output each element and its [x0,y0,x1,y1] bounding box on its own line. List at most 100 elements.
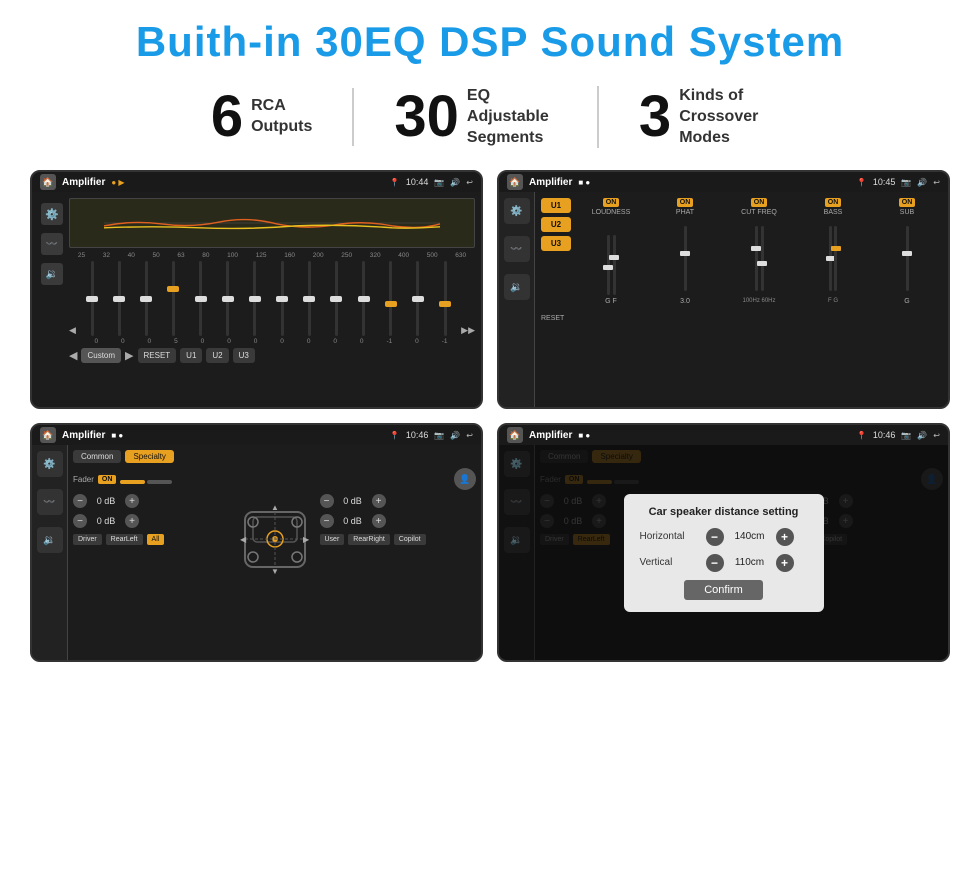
confirm-button[interactable]: Confirm [684,580,763,600]
eq-slider-5[interactable] [189,261,213,336]
play-back-icon[interactable]: ◀ [69,349,77,362]
cutfreq-slider2[interactable] [761,226,764,291]
eq-slider-13[interactable] [406,261,430,336]
eq-sidebar-icon1[interactable]: ⚙️ [41,203,63,225]
eq-slider-14[interactable] [433,261,457,336]
fader-sidebar-btn3[interactable]: 🔉 [37,527,63,553]
screens-grid: 🏠 Amplifier ● ▶ 📍 10:44 📷 🔊 ↩ ⚙️ 〰️ 🔉 [30,170,950,662]
u2-btn-eq[interactable]: U2 [206,348,228,363]
rearleft-btn[interactable]: RearLeft [106,534,143,545]
horizontal-plus-btn[interactable]: + [776,528,794,546]
stat-crossover: 3 Kinds ofCrossover Modes [599,86,809,148]
back-icon-1[interactable]: ↩ [466,178,473,187]
sub-label: SUB [900,209,914,216]
copilot-btn[interactable]: Copilot [394,534,426,545]
plus-btn-4[interactable]: + [372,514,386,528]
sub-on-badge[interactable]: ON [899,198,916,207]
eq-sidebar-icon3[interactable]: 🔉 [41,263,63,285]
eq-slider-2[interactable] [107,261,131,336]
minus-btn-1[interactable]: − [73,494,87,508]
arrow-right-icon[interactable]: ▶▶ [461,325,475,336]
cutfreq-on-badge[interactable]: ON [751,198,768,207]
stat-number-rca: 6 [211,88,243,146]
vertical-plus-btn[interactable]: + [776,554,794,572]
sub-slider1[interactable] [906,226,909,291]
sub-values: G [904,298,909,305]
all-btn[interactable]: All [147,534,165,545]
driver-btn[interactable]: Driver [73,534,102,545]
fader-left-controls: − 0 dB + − 0 dB + Driver [73,494,230,579]
home-icon-3[interactable]: 🏠 [40,427,56,443]
fader-sidebar-btn2[interactable]: 〰️ [37,489,63,515]
fader-person-icon[interactable]: 👤 [454,468,476,490]
fader-slider-track[interactable] [120,480,145,484]
eq-bottom-controls: ◀ Custom ▶ RESET U1 U2 U3 [69,348,475,363]
tab-common[interactable]: Common [73,450,121,463]
phat-slider1[interactable] [684,226,687,291]
screen1-title: Amplifier [62,177,105,188]
fader-sidebar-btn1[interactable]: ⚙️ [37,451,63,477]
fader-row2: − 0 dB + [73,514,230,528]
bass-slider2[interactable] [834,226,837,291]
eq-slider-3[interactable] [134,261,158,336]
preset-custom-btn[interactable]: Custom [81,348,121,363]
user-btn[interactable]: User [320,534,345,545]
minus-btn-4[interactable]: − [320,514,334,528]
back-icon-2[interactable]: ↩ [933,178,940,187]
amp-sidebar-btn1[interactable]: ⚙️ [504,198,530,224]
arrow-left-icon[interactable]: ◀ [69,325,76,336]
cutfreq-slider1[interactable] [755,226,758,291]
phat-on-badge[interactable]: ON [677,198,694,207]
bass-slider1[interactable] [829,226,832,291]
eq-slider-8[interactable] [270,261,294,336]
reset-btn-eq[interactable]: RESET [138,348,177,363]
fader-on-btn[interactable]: ON [98,475,117,484]
rearright-btn[interactable]: RearRight [348,534,390,545]
preset-u1[interactable]: U1 [541,198,571,213]
loudness-slider1[interactable] [607,235,610,295]
channel-bass: ON BASS F G [798,198,868,401]
camera-icon-3: 📷 [434,431,444,440]
eq-slider-9[interactable] [297,261,321,336]
vertical-minus-btn[interactable]: − [706,554,724,572]
eq-screen-content: ⚙️ 〰️ 🔉 [32,192,481,407]
camera-icon-4: 📷 [901,431,911,440]
play-fwd-icon[interactable]: ▶ [125,349,133,362]
u3-btn-eq[interactable]: U3 [233,348,255,363]
eq-slider-7[interactable] [243,261,267,336]
eq-slider-12[interactable] [379,261,403,336]
loudness-sliders [607,218,616,298]
amp-sidebar-btn2[interactable]: 〰️ [504,236,530,262]
home-icon-4[interactable]: 🏠 [507,427,523,443]
phat-label: PHAT [676,209,694,216]
preset-u2[interactable]: U2 [541,217,571,232]
home-icon-2[interactable]: 🏠 [507,174,523,190]
reset-btn-amp[interactable]: RESET [541,315,571,322]
eq-sidebar-icon2[interactable]: 〰️ [41,233,63,255]
tab-specialty[interactable]: Specialty [125,450,173,463]
eq-slider-4[interactable] [161,261,185,336]
back-icon-4[interactable]: ↩ [933,431,940,440]
loudness-on-badge[interactable]: ON [603,198,620,207]
db-value-2: 0 dB [91,516,121,526]
minus-btn-2[interactable]: − [73,514,87,528]
bass-on-badge[interactable]: ON [825,198,842,207]
back-icon-3[interactable]: ↩ [466,431,473,440]
plus-btn-2[interactable]: + [125,514,139,528]
eq-slider-6[interactable] [216,261,240,336]
loudness-slider2[interactable] [613,235,616,295]
fader-row3: − 0 dB + [320,494,477,508]
eq-main-area: 253240506380100125160200250320400500630 … [69,198,475,401]
eq-slider-1[interactable] [80,261,104,336]
fader-row4: − 0 dB + [320,514,477,528]
plus-btn-1[interactable]: + [125,494,139,508]
home-icon[interactable]: 🏠 [40,174,56,190]
horizontal-minus-btn[interactable]: − [706,528,724,546]
preset-u3[interactable]: U3 [541,236,571,251]
eq-slider-10[interactable] [324,261,348,336]
minus-btn-3[interactable]: − [320,494,334,508]
eq-slider-11[interactable] [351,261,375,336]
plus-btn-3[interactable]: + [372,494,386,508]
amp-sidebar-btn3[interactable]: 🔉 [504,274,530,300]
u1-btn-eq[interactable]: U1 [180,348,202,363]
